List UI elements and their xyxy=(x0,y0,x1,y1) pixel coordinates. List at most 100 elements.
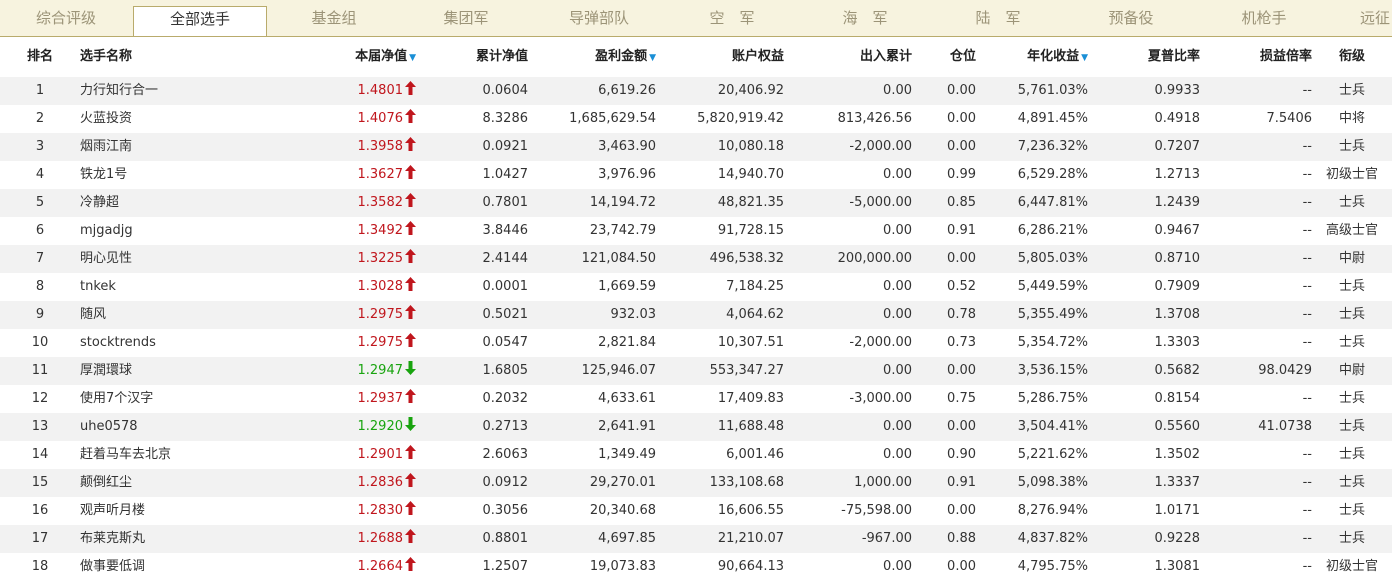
nav-value: 1.2836 xyxy=(357,475,404,490)
table-row[interactable]: 18 做事要低调 1.2664 1.2507 19,073.83 90,664.13 0.0… xyxy=(0,553,1392,581)
cell-equity: 553,347.27 xyxy=(709,363,784,378)
cell-pl-ratio: -- xyxy=(1302,335,1312,350)
table-row[interactable]: 7 明心见性 1.3225 2.4144 121,084.50 496,538.32 200… xyxy=(0,245,1392,273)
cell-sharpe: 1.2439 xyxy=(1154,195,1201,210)
cell-name[interactable]: 冷静超 xyxy=(80,189,300,217)
tab-5[interactable]: 空 军 xyxy=(666,0,798,36)
tab-3[interactable]: 集团军 xyxy=(400,0,532,36)
cell-rank: 16 xyxy=(31,503,49,518)
cell-nav: 1.4801 xyxy=(300,77,416,106)
cell-profit: 14,194.72 xyxy=(589,195,656,210)
table-row[interactable]: 3 烟雨江南 1.3958 0.0921 3,463.90 10,080.18 -2,000… xyxy=(0,133,1392,161)
tab-9[interactable]: 机枪手 xyxy=(1198,0,1330,36)
cell-profit: 3,463.90 xyxy=(598,139,656,154)
sort-down-icon: ▼ xyxy=(409,53,416,63)
cell-name[interactable]: stocktrends xyxy=(80,329,300,357)
arrow-up-icon xyxy=(405,246,416,274)
col-header-profit[interactable]: 盈利金额 ▼ xyxy=(540,37,656,78)
cell-cum-nav: 1.2507 xyxy=(482,559,529,574)
col-header-nav[interactable]: 本届净值 ▼ xyxy=(300,37,416,78)
tab-8[interactable]: 预备役 xyxy=(1064,0,1198,36)
table-row[interactable]: 11 厚潤環球 1.2947 1.6805 125,946.07 553,347.27 0.… xyxy=(0,357,1392,385)
cell-name[interactable]: 颠倒红尘 xyxy=(80,469,300,497)
col-header-sharpe[interactable]: 夏普比率 xyxy=(1100,37,1200,77)
cell-profit: 125,946.07 xyxy=(581,363,656,378)
cell-name[interactable]: 烟雨江南 xyxy=(80,133,300,161)
cell-pl-ratio: -- xyxy=(1302,531,1312,546)
col-header-rank-title[interactable]: 衔级 xyxy=(1318,37,1386,77)
col-header-position[interactable]: 仓位 xyxy=(930,37,976,77)
cell-name[interactable]: uhe0578 xyxy=(80,413,300,441)
tab-0[interactable]: 综合评级 xyxy=(0,0,132,36)
arrow-up-icon xyxy=(405,330,416,358)
col-header-rank[interactable]: 排名 xyxy=(22,37,58,77)
cell-rank: 10 xyxy=(31,335,49,350)
cell-nav: 1.2664 xyxy=(300,553,416,582)
cell-name[interactable]: 使用7个汉字 xyxy=(80,385,300,413)
cell-name[interactable]: 随风 xyxy=(80,301,300,329)
table-row[interactable]: 12 使用7个汉字 1.2937 0.2032 4,633.61 17,409.83 -3,… xyxy=(0,385,1392,413)
cell-equity: 48,821.35 xyxy=(717,195,784,210)
cell-rank: 13 xyxy=(31,419,49,434)
cell-name[interactable]: mjgadjg xyxy=(80,217,300,245)
cell-position: 0.85 xyxy=(947,195,976,210)
arrow-up-icon xyxy=(405,442,416,470)
table-row[interactable]: 13 uhe0578 1.2920 0.2713 2,641.91 11,688.48 0.… xyxy=(0,413,1392,441)
tab-7[interactable]: 陆 军 xyxy=(932,0,1064,36)
cell-sharpe: 1.3502 xyxy=(1154,447,1201,462)
col-header-equity[interactable]: 账户权益 xyxy=(664,37,784,77)
cell-rank: 7 xyxy=(35,251,45,266)
tab-4[interactable]: 导弹部队 xyxy=(532,0,666,36)
cell-name[interactable]: 观声听月楼 xyxy=(80,497,300,525)
table-row[interactable]: 9 随风 1.2975 0.5021 932.03 4,064.62 0.00 0.78 5,3… xyxy=(0,301,1392,329)
col-header-pl-ratio[interactable]: 损益倍率 xyxy=(1212,37,1312,77)
cell-equity: 14,940.70 xyxy=(717,167,784,182)
cell-pl-ratio: -- xyxy=(1302,475,1312,490)
table-row[interactable]: 16 观声听月楼 1.2830 0.3056 20,340.68 16,606.55 -75… xyxy=(0,497,1392,525)
cell-name[interactable]: tnkek xyxy=(80,273,300,301)
cell-name[interactable]: 力行知行合一 xyxy=(80,77,300,105)
cell-cum-nav: 3.8446 xyxy=(482,223,529,238)
cell-nav: 1.2920 xyxy=(300,413,416,442)
cell-position: 0.00 xyxy=(947,503,976,518)
cell-name[interactable]: 赶着马车去北京 xyxy=(80,441,300,469)
table-row[interactable]: 2 火蓝投资 1.4076 8.3286 1,685,629.54 5,820,919.4… xyxy=(0,105,1392,133)
cell-equity: 5,820,919.42 xyxy=(697,111,784,126)
tab-1[interactable]: 全部选手 xyxy=(133,6,267,36)
col-header-cum-nav[interactable]: 累计净值 xyxy=(428,37,528,77)
tab-2[interactable]: 基金组 xyxy=(268,0,400,36)
cell-rank: 9 xyxy=(35,307,45,322)
cell-rank: 11 xyxy=(31,363,49,378)
table-row[interactable]: 17 布莱克斯丸 1.2688 0.8801 4,697.85 21,210.07 -967… xyxy=(0,525,1392,553)
col-header-annual[interactable]: 年化收益 ▼ xyxy=(990,37,1088,78)
cell-profit: 1,669.59 xyxy=(598,279,656,294)
cell-sharpe: 1.3337 xyxy=(1154,475,1201,490)
cell-name[interactable]: 火蓝投资 xyxy=(80,105,300,133)
cell-name[interactable]: 做事要低调 xyxy=(80,553,300,581)
table-row[interactable]: 5 冷静超 1.3582 0.7801 14,194.72 48,821.35 -5,000… xyxy=(0,189,1392,217)
cell-equity: 90,664.13 xyxy=(717,559,784,574)
cell-cum-nav: 0.0547 xyxy=(482,335,529,350)
table-row[interactable]: 1 力行知行合一 1.4801 0.0604 6,619.26 20,406.92 0.00… xyxy=(0,77,1392,105)
table-row[interactable]: 10 stocktrends 1.2975 0.0547 2,821.84 10,307.… xyxy=(0,329,1392,357)
col-header-flow[interactable]: 出入累计 xyxy=(792,37,912,77)
cell-name[interactable]: 厚潤環球 xyxy=(80,357,300,385)
table-row[interactable]: 6 mjgadjg 1.3492 3.8446 23,742.79 91,728.15 0.… xyxy=(0,217,1392,245)
table-row[interactable]: 14 赶着马车去北京 1.2901 2.6063 1,349.49 6,001.46 0.0… xyxy=(0,441,1392,469)
cell-name[interactable]: 明心见性 xyxy=(80,245,300,273)
table-row[interactable]: 15 颠倒红尘 1.2836 0.0912 29,270.01 133,108.68 1,0… xyxy=(0,469,1392,497)
cell-profit: 19,073.83 xyxy=(589,559,656,574)
cell-profit: 2,641.91 xyxy=(598,419,656,434)
cell-name[interactable]: 铁龙1号 xyxy=(80,161,300,189)
table-row[interactable]: 8 tnkek 1.3028 0.0001 1,669.59 7,184.25 0.00 0.… xyxy=(0,273,1392,301)
cell-profit: 29,270.01 xyxy=(589,475,656,490)
cell-equity: 4,064.62 xyxy=(726,307,784,322)
cell-title: 士兵 xyxy=(1338,503,1365,518)
cell-profit: 23,742.79 xyxy=(589,223,656,238)
col-header-name[interactable]: 选手名称 xyxy=(80,37,200,77)
tab-6[interactable]: 海 军 xyxy=(798,0,932,36)
cell-name[interactable]: 布莱克斯丸 xyxy=(80,525,300,553)
tab-10[interactable]: 远征 xyxy=(1330,0,1392,36)
table-row[interactable]: 4 铁龙1号 1.3627 1.0427 3,976.96 14,940.70 0.00 0.… xyxy=(0,161,1392,189)
cell-equity: 496,538.32 xyxy=(709,251,784,266)
